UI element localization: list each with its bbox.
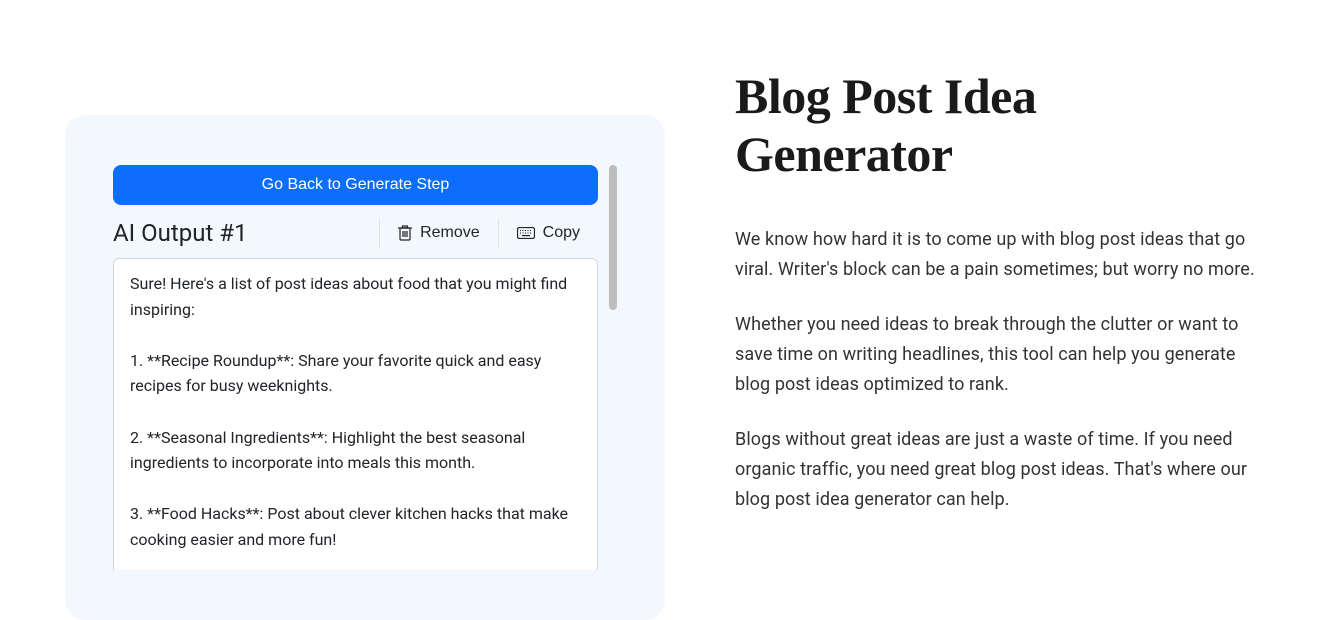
keyboard-icon xyxy=(517,227,535,239)
output-title: AI Output #1 xyxy=(113,219,379,247)
content-section: Blog Post Idea Generator We know how har… xyxy=(735,68,1265,620)
trash-icon xyxy=(398,225,412,241)
remove-label: Remove xyxy=(420,224,480,242)
description-para-3: Blogs without great ideas are just a was… xyxy=(735,425,1265,514)
description-para-2: Whether you need ideas to break through … xyxy=(735,310,1265,399)
remove-button[interactable]: Remove xyxy=(379,218,498,248)
scrollbar-thumb[interactable] xyxy=(609,165,617,310)
description: We know how hard it is to come up with b… xyxy=(735,225,1265,515)
copy-button[interactable]: Copy xyxy=(498,218,598,248)
page-title: Blog Post Idea Generator xyxy=(735,68,1265,183)
output-header: AI Output #1 Remove xyxy=(113,218,598,248)
copy-label: Copy xyxy=(543,224,580,242)
go-back-button[interactable]: Go Back to Generate Step xyxy=(113,165,598,205)
output-textarea[interactable] xyxy=(113,258,598,570)
output-panel: Go Back to Generate Step AI Output #1 Re… xyxy=(65,115,665,620)
scrollbar-track[interactable] xyxy=(607,165,617,570)
description-para-1: We know how hard it is to come up with b… xyxy=(735,225,1265,284)
